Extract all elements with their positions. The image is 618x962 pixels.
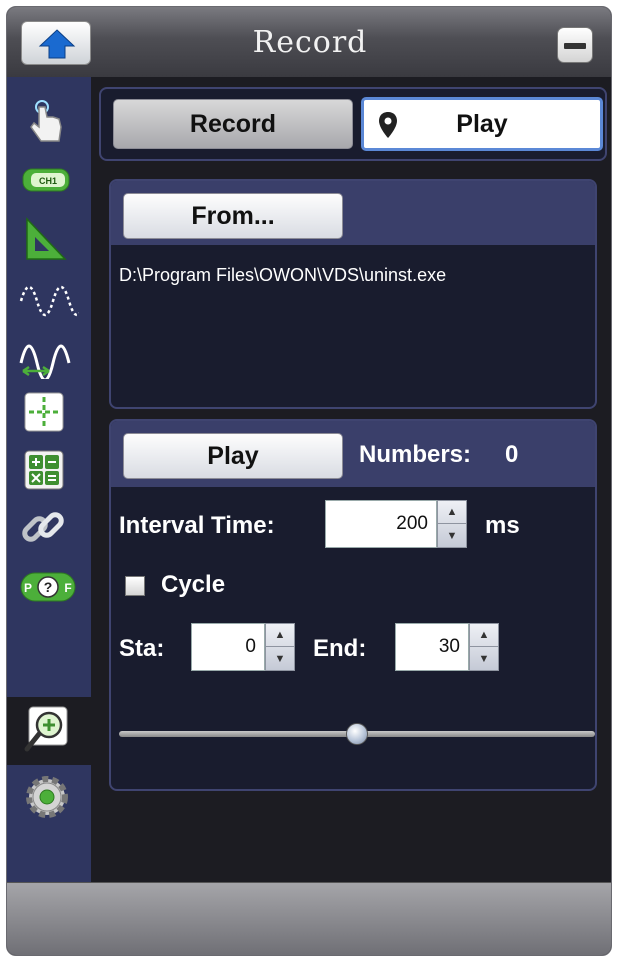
start-label: Sta: <box>119 635 165 662</box>
file-path-text: D:\Program Files\OWON\VDS\uninst.exe <box>119 265 447 285</box>
cursor-crosshair-icon <box>24 392 64 432</box>
sidebar-item-touch[interactable] <box>7 92 91 150</box>
bottom-bar <box>7 882 611 955</box>
tab-play-label: Play <box>456 109 508 138</box>
end-label: End: <box>313 635 367 662</box>
interval-time-input[interactable]: 200 <box>325 500 437 548</box>
stepper-up-icon[interactable]: ▲ <box>266 624 294 647</box>
cycle-label: Cycle <box>161 571 226 598</box>
stepper-up-icon[interactable]: ▲ <box>438 501 466 524</box>
minimize-button[interactable] <box>557 27 593 63</box>
from-button-label: From... <box>191 201 275 230</box>
trigger-ruler-icon <box>26 217 67 260</box>
touch-hand-icon <box>30 100 62 142</box>
tab-play[interactable]: Play <box>361 97 603 151</box>
sidebar-item-link[interactable] <box>7 498 91 556</box>
sidebar-item-record[interactable] <box>7 697 91 765</box>
stepper-down-icon[interactable]: ▼ <box>438 524 466 547</box>
end-input[interactable]: 30 <box>395 623 469 671</box>
interval-time-stepper[interactable]: ▲ ▼ <box>437 500 467 548</box>
start-stepper[interactable]: ▲ ▼ <box>265 623 295 671</box>
waveform-icon <box>19 285 79 317</box>
sidebar-item-channel[interactable]: CH1 <box>7 150 91 208</box>
math-calculator-icon <box>24 450 64 490</box>
settings-gear-icon <box>26 776 68 818</box>
from-button[interactable]: From... <box>123 193 343 239</box>
source-file-panel: From... <box>109 179 597 409</box>
start-input[interactable]: 0 <box>191 623 265 671</box>
tab-record-label: Record <box>189 109 277 138</box>
slider-thumb[interactable] <box>346 723 368 745</box>
stepper-up-icon[interactable]: ▲ <box>470 624 498 647</box>
zoom-record-icon <box>24 706 68 752</box>
play-button[interactable]: Play <box>123 433 343 479</box>
stepper-down-icon[interactable]: ▼ <box>266 647 294 670</box>
sidebar-item-settings[interactable] <box>7 767 91 825</box>
svg-text:?: ? <box>44 579 53 595</box>
window-title: Record <box>252 25 368 60</box>
sidebar-item-cursor[interactable] <box>7 382 91 440</box>
sidebar-item-measure[interactable] <box>7 324 91 382</box>
numbers-value: 0 <box>505 441 519 468</box>
cycle-checkbox[interactable] <box>125 576 145 596</box>
svg-text:CH1: CH1 <box>39 176 57 186</box>
mode-tabs-panel: Record Play <box>99 87 607 161</box>
sidebar-item-trigger[interactable] <box>7 208 91 266</box>
sidebar-item-waveform[interactable] <box>7 266 91 324</box>
svg-text:F: F <box>64 581 71 595</box>
sidebar-item-math[interactable] <box>7 440 91 498</box>
measure-waveform-icon <box>19 344 71 379</box>
play-button-label: Play <box>207 441 259 470</box>
sidebar: CH1 ? P F <box>7 77 91 882</box>
record-window: Record CH1 ? P F Record Play From... D:\… <box>6 6 612 956</box>
minus-icon <box>564 43 586 49</box>
interval-unit: ms <box>485 512 520 539</box>
pass-fail-icon: ? P F <box>20 572 76 602</box>
ch1-channel-icon: CH1 <box>22 168 70 192</box>
link-icon <box>22 512 64 542</box>
tab-record[interactable]: Record <box>113 99 353 149</box>
numbers-label: Numbers: <box>359 441 472 468</box>
sidebar-item-pass-fail[interactable]: ? P F <box>7 556 91 614</box>
svg-text:P: P <box>24 581 32 595</box>
location-pin-icon <box>379 112 397 138</box>
end-stepper[interactable]: ▲ ▼ <box>469 623 499 671</box>
interval-time-label: Interval Time: <box>119 512 275 539</box>
title-bar: Record <box>7 7 611 77</box>
stepper-down-icon[interactable]: ▼ <box>470 647 498 670</box>
